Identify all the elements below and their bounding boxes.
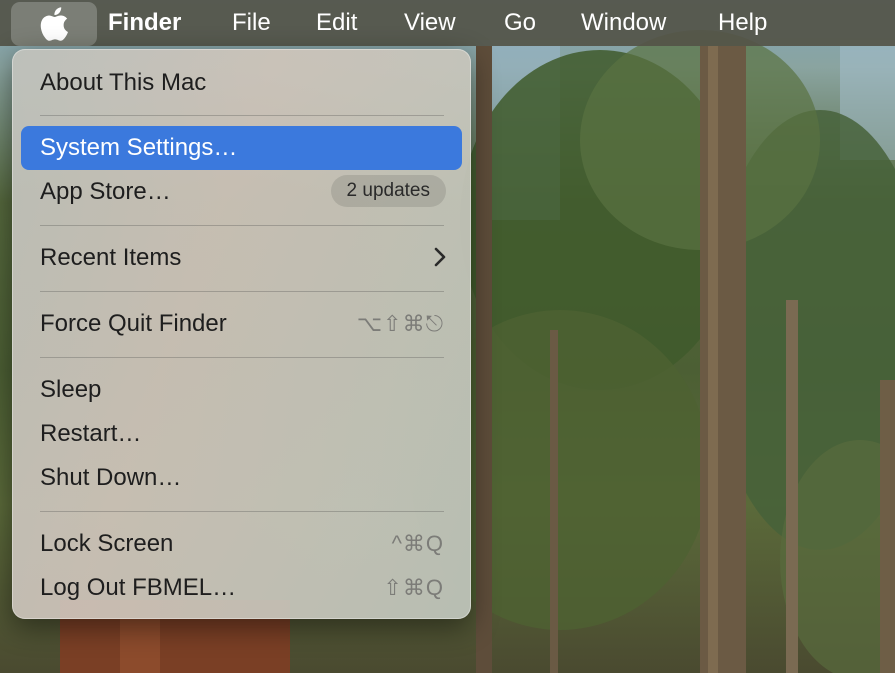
keyboard-shortcut: ⇧⌘Q	[383, 575, 444, 600]
chevron-right-icon	[434, 247, 446, 267]
menu-separator	[40, 511, 444, 512]
menu-item-label: Log Out FBMEL…	[40, 574, 237, 601]
menubar-help[interactable]: Help	[718, 9, 767, 37]
menu-item-restart[interactable]: Restart…	[21, 412, 462, 456]
menu-item-label: Shut Down…	[40, 464, 182, 491]
keyboard-shortcut: ⌥⇧⌘⎋	[356, 311, 444, 336]
menu-item-app-store[interactable]: App Store… 2 updates	[21, 170, 462, 214]
apple-dropdown-menu: About This Mac System Settings… App Stor…	[12, 49, 471, 619]
menubar-file[interactable]: File	[232, 9, 271, 37]
apple-menu-button[interactable]	[11, 2, 97, 46]
menu-item-label: Lock Screen	[40, 530, 174, 557]
menu-item-system-settings[interactable]: System Settings…	[21, 126, 462, 170]
menu-item-log-out[interactable]: Log Out FBMEL… ⇧⌘Q	[21, 566, 462, 610]
menu-separator	[40, 115, 444, 116]
menu-item-shut-down[interactable]: Shut Down…	[21, 456, 462, 500]
menu-item-label: About This Mac	[40, 69, 207, 96]
apple-logo-icon	[40, 7, 68, 41]
menu-bar: Finder File Edit View Go Window Help	[0, 0, 895, 46]
updates-badge: 2 updates	[330, 175, 446, 207]
menu-separator	[40, 225, 444, 226]
menu-item-force-quit[interactable]: Force Quit Finder ⌥⇧⌘⎋	[21, 302, 462, 346]
menu-item-about-this-mac[interactable]: About This Mac	[21, 61, 462, 105]
menu-item-label: Recent Items	[40, 244, 182, 271]
keyboard-shortcut: ^⌘Q	[391, 531, 444, 556]
menu-separator	[40, 357, 444, 358]
menu-item-label: Force Quit Finder	[40, 310, 227, 337]
menubar-edit[interactable]: Edit	[316, 9, 357, 37]
menu-item-label: App Store…	[40, 178, 171, 205]
menu-item-sleep[interactable]: Sleep	[21, 368, 462, 412]
menu-item-label: Restart…	[40, 420, 142, 447]
menu-separator	[40, 291, 444, 292]
menu-item-lock-screen[interactable]: Lock Screen ^⌘Q	[21, 522, 462, 566]
menubar-go[interactable]: Go	[504, 9, 536, 37]
menu-item-recent-items[interactable]: Recent Items	[21, 236, 462, 280]
menubar-view[interactable]: View	[404, 9, 456, 37]
menu-item-label: Sleep	[40, 376, 102, 403]
menu-item-label: System Settings…	[40, 134, 238, 161]
menubar-window[interactable]: Window	[581, 9, 666, 37]
menubar-app-name[interactable]: Finder	[108, 9, 181, 37]
